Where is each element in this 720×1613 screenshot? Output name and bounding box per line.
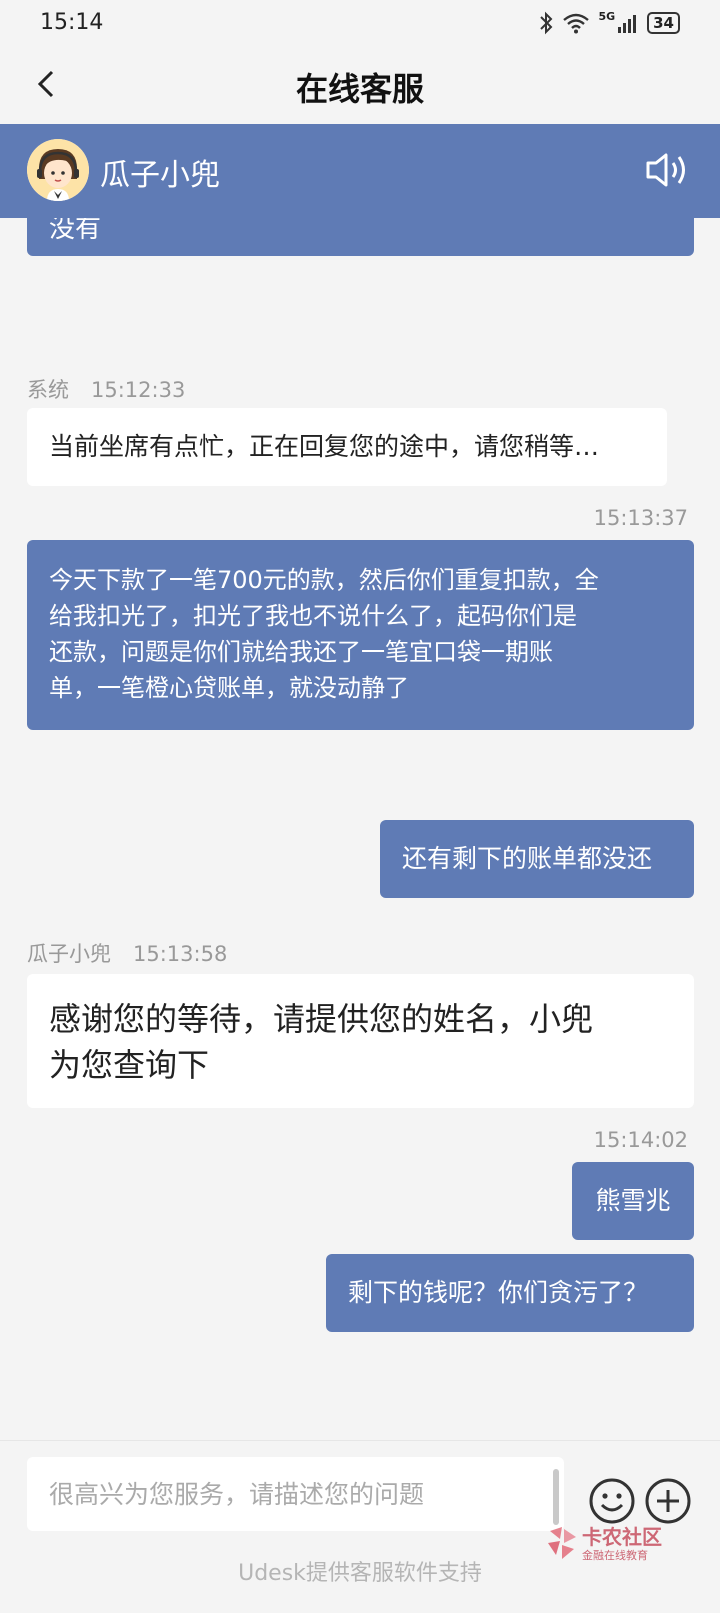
message-text: 当前坐席有点忙，正在回复您的途中，请您稍等… <box>49 432 600 461</box>
wifi-icon <box>563 13 590 34</box>
page-title: 在线客服 <box>295 70 424 108</box>
message-time: 15:13:37 <box>593 506 688 530</box>
status-time: 15:14 <box>40 10 104 35</box>
message-line: 单，一笔橙心贷账单，就没动静了 <box>49 674 409 702</box>
back-button[interactable] <box>26 62 70 106</box>
message-line: 给我扣光了，扣光了我也不说什么了，起码你们是 <box>49 602 577 630</box>
network-label: 5G <box>598 10 616 23</box>
speaker-button[interactable] <box>644 148 692 192</box>
status-bar: 15:14 5G 34 <box>0 0 720 48</box>
agent-name: 瓜子小兜 <box>100 158 220 193</box>
battery-indicator: 34 <box>647 12 680 34</box>
message-line: 还款，问题是你们就给我还了一笔宜口袋一期账 <box>49 638 553 666</box>
message-line: 为您查询下 <box>49 1046 210 1084</box>
message-text: 还有剩下的账单都没还 <box>402 844 653 873</box>
sender-name: 系统 <box>27 378 69 402</box>
status-icons: 5G 34 <box>538 10 680 36</box>
message-text: 剩下的钱呢？你们贪污了？ <box>348 1278 649 1307</box>
footer-credit: Udesk提供客服软件支持 <box>238 1561 482 1586</box>
message-text: 没有 <box>49 218 102 244</box>
input-area: 卡农社区 金融在线教育 Udesk提供客服软件支持 <box>0 1440 720 1613</box>
agent-message-bubble: 感谢您的等待，请提供您的姓名，小兜 为您查询下 <box>27 974 694 1108</box>
message-line: 感谢您的等待，请提供您的姓名，小兜 <box>49 1000 594 1038</box>
smile-icon <box>589 1478 635 1524</box>
speaker-icon <box>646 153 685 187</box>
user-message-bubble: 没有 <box>27 218 694 256</box>
message-input[interactable] <box>27 1457 564 1531</box>
chat-area[interactable]: 没有 系统 15:12:33 当前坐席有点忙，正在回复您的途中，请您稍等… 15:… <box>0 218 720 1440</box>
message-meta: 瓜子小兜 15:13:58 <box>27 938 227 968</box>
user-message-bubble: 今天下款了一笔700元的款，然后你们重复扣款，全 给我扣光了，扣光了我也不说什么… <box>27 540 694 730</box>
message-time: 15:13:58 <box>133 942 228 966</box>
input-scrollbar[interactable] <box>553 1469 559 1525</box>
nav-bar: 在线客服 <box>0 48 720 124</box>
chevron-left-icon <box>37 70 54 98</box>
plus-icon <box>645 1478 691 1524</box>
agent-avatar-icon <box>27 139 89 201</box>
agent-header: 瓜子小兜 <box>0 124 720 218</box>
signal-icon <box>618 15 637 33</box>
add-button[interactable] <box>644 1477 692 1525</box>
message-time: 15:14:02 <box>593 1128 688 1152</box>
system-message-bubble: 当前坐席有点忙，正在回复您的途中，请您稍等… <box>27 408 667 486</box>
user-message-bubble: 还有剩下的账单都没还 <box>380 820 694 898</box>
watermark-title: 卡农社区 <box>582 1525 662 1549</box>
emoji-button[interactable] <box>588 1477 636 1525</box>
user-message-bubble: 熊雪兆 <box>572 1162 694 1240</box>
message-line: 今天下款了一笔700元的款，然后你们重复扣款，全 <box>49 566 599 594</box>
bluetooth-icon <box>540 11 553 35</box>
message-time: 15:12:33 <box>91 378 186 402</box>
sender-name: 瓜子小兜 <box>27 942 111 966</box>
message-text: 熊雪兆 <box>595 1186 671 1215</box>
message-meta: 系统 15:12:33 <box>27 374 185 404</box>
user-message-bubble: 剩下的钱呢？你们贪污了？ <box>326 1254 694 1332</box>
agent-avatar <box>27 139 89 201</box>
